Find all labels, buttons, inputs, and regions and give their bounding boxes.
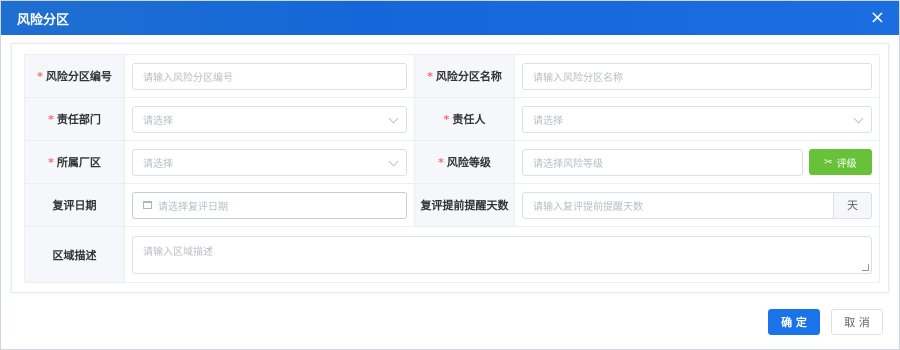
plant-select[interactable]: 请选择 [132, 148, 407, 176]
remind-days-group: 请输入复评提前提醒天数 天 [522, 191, 872, 219]
person-cell: 请选择 [514, 97, 880, 141]
zone-name-label: * 风险分区名称 [414, 54, 515, 98]
zone-name-input[interactable]: 请输入风险分区名称 [522, 62, 872, 90]
review-date-placeholder: 请选择复评日期 [158, 201, 228, 213]
zone-code-cell: 请输入风险分区编号 [124, 54, 415, 98]
risk-level-label-text: 风险等级 [446, 156, 491, 169]
form-table: * 风险分区编号 请输入风险分区编号 * 风险分区名称 请输入风险分区名称 * 责任部… [24, 54, 880, 283]
resize-handle-icon[interactable] [862, 263, 869, 271]
form-row-date-remind: 复评日期 请选择复评日期 复评提前提醒天数 请输入复评提前提醒天数 天 [24, 183, 880, 227]
cancel-button[interactable]: 取 消 [831, 309, 883, 335]
dept-label: * 责任部门 [24, 97, 125, 141]
zone-code-label: * 风险分区编号 [24, 54, 125, 98]
form-row-code-name: * 风险分区编号 请输入风险分区编号 * 风险分区名称 请输入风险分区名称 [24, 54, 880, 98]
person-select-placeholder: 请选择 [533, 115, 563, 127]
dialog-title: 风险分区 [17, 12, 70, 28]
confirm-button[interactable]: 确 定 [768, 309, 820, 335]
plant-label-text: 所属厂区 [56, 156, 101, 169]
days-suffix: 天 [834, 191, 872, 219]
plant-select-placeholder: 请选择 [143, 158, 173, 170]
risk-zone-dialog: 风险分区 × * 风险分区编号 请输入风险分区编号 * 风险分区名称 请输入风险分区… [0, 0, 900, 350]
risk-level-input[interactable]: 请选择风险等级 [522, 148, 803, 176]
required-mark: * [48, 113, 54, 126]
form-row-description: 区域描述 请输入区域描述 [24, 226, 880, 283]
form-row-dept-person: * 责任部门 请选择 * 责任人 请选择 [24, 97, 880, 141]
zone-code-input[interactable]: 请输入风险分区编号 [132, 62, 407, 90]
plant-cell: 请选择 [124, 140, 415, 184]
risk-level-group: 请选择风险等级 ✂ 评级 [522, 148, 872, 176]
remind-days-label: 复评提前提醒天数 [414, 183, 515, 227]
dialog-footer: 确 定 取 消 [768, 309, 883, 335]
dept-cell: 请选择 [124, 97, 415, 141]
remind-days-input[interactable]: 请输入复评提前提醒天数 [522, 191, 834, 219]
review-date-picker[interactable]: 请选择复评日期 [132, 191, 407, 219]
required-mark: * [37, 70, 43, 83]
dept-select-placeholder: 请选择 [143, 115, 173, 127]
person-select[interactable]: 请选择 [522, 105, 872, 133]
rate-button[interactable]: ✂ 评级 [809, 149, 872, 175]
chevron-down-icon [853, 113, 864, 123]
remind-days-cell: 请输入复评提前提醒天数 天 [514, 183, 880, 227]
risk-level-label: * 风险等级 [414, 140, 515, 184]
dept-select[interactable]: 请选择 [132, 105, 407, 133]
scissors-icon: ✂ [824, 156, 833, 168]
description-placeholder: 请输入区域描述 [143, 246, 213, 258]
description-textarea[interactable]: 请输入区域描述 [132, 235, 872, 274]
form-panel: * 风险分区编号 请输入风险分区编号 * 风险分区名称 请输入风险分区名称 * 责任部… [11, 43, 889, 293]
required-mark: * [443, 113, 450, 126]
description-cell: 请输入区域描述 [124, 226, 880, 283]
zone-name-label-text: 风险分区名称 [435, 70, 502, 83]
required-mark: * [438, 156, 444, 169]
dialog-title-bar: 风险分区 × [1, 1, 899, 35]
review-date-cell: 请选择复评日期 [124, 183, 415, 227]
close-icon[interactable]: × [870, 9, 885, 27]
plant-label: * 所属厂区 [24, 140, 125, 184]
person-label-text: 责任人 [452, 113, 486, 126]
required-mark: * [427, 70, 433, 83]
rate-button-label: 评级 [836, 158, 857, 170]
chevron-down-icon [388, 113, 399, 123]
form-row-plant-level: * 所属厂区 请选择 * 风险等级 请选择风险等级 ✂ 评级 [24, 140, 880, 184]
zone-name-cell: 请输入风险分区名称 [514, 54, 880, 98]
person-label: * 责任人 [414, 97, 515, 141]
required-mark: * [48, 156, 54, 169]
risk-level-cell: 请选择风险等级 ✂ 评级 [514, 140, 880, 184]
dept-label-text: 责任部门 [56, 113, 101, 126]
review-date-label: 复评日期 [24, 183, 125, 227]
chevron-down-icon [388, 156, 399, 166]
zone-code-label-text: 风险分区编号 [45, 70, 112, 83]
description-label: 区域描述 [24, 226, 125, 283]
calendar-icon [143, 201, 152, 209]
